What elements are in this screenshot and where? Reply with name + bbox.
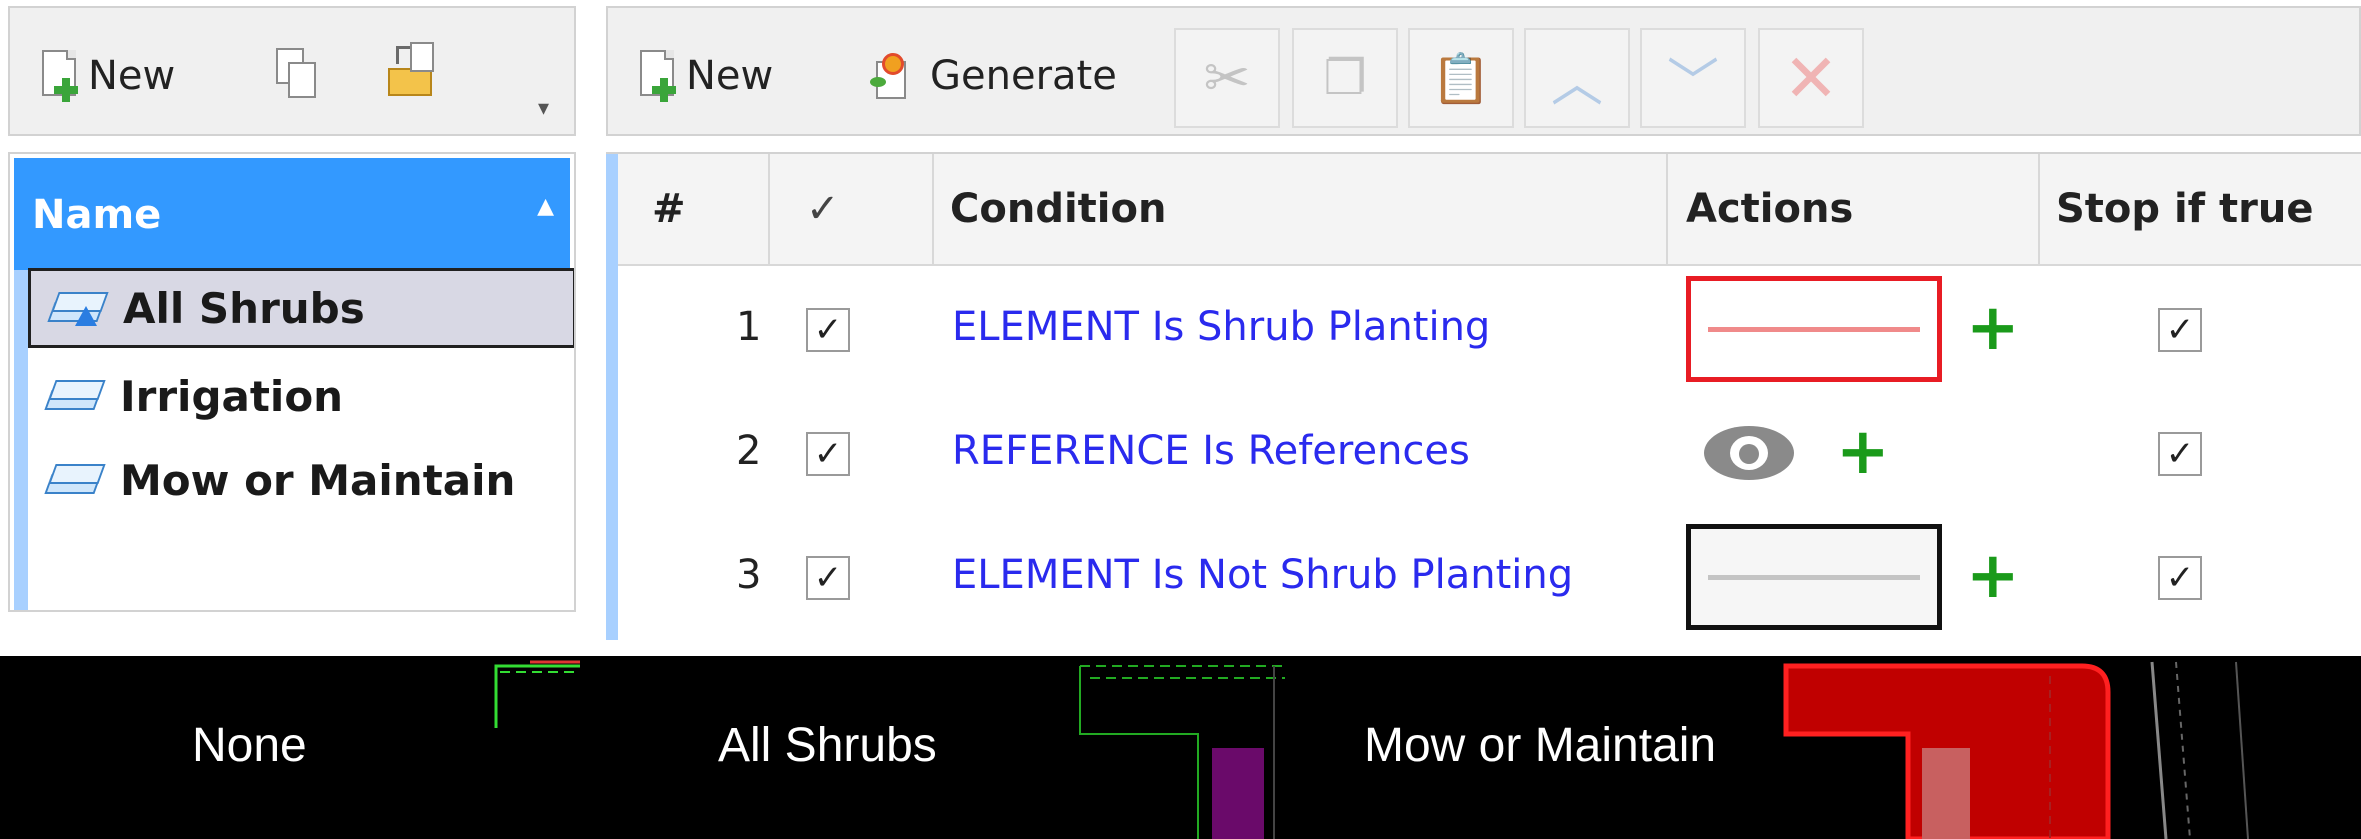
preview-label-none: None: [192, 719, 307, 772]
layer-icon: [44, 460, 106, 500]
rule-condition-link[interactable]: REFERENCE Is References: [952, 428, 1470, 474]
column-divider[interactable]: [768, 154, 770, 266]
column-header-stop-if-true[interactable]: Stop if true: [2056, 186, 2313, 232]
add-action-icon[interactable]: +: [1966, 296, 2020, 360]
row-number: 1: [736, 304, 762, 350]
delete-button[interactable]: ✕: [1758, 28, 1864, 128]
copy-button[interactable]: [272, 44, 324, 108]
paste-button[interactable]: 📋: [1408, 28, 1514, 128]
table-row[interactable]: 3 ✓ ELEMENT Is Not Shrub Planting + ✓: [618, 516, 2361, 640]
layer-warning-icon: [47, 288, 109, 328]
generate-button[interactable]: Generate: [866, 46, 1117, 106]
rule-condition-link[interactable]: ELEMENT Is Not Shrub Planting: [952, 552, 1573, 598]
generate-label: Generate: [930, 53, 1117, 99]
new-document-icon: [40, 50, 82, 102]
new-rule-label: New: [686, 53, 774, 99]
column-header-enabled[interactable]: ✓: [806, 186, 840, 232]
stop-if-true-checkbox[interactable]: ✓: [2158, 556, 2202, 600]
column-divider[interactable]: [932, 154, 934, 266]
list-item-all-shrubs[interactable]: All Shrubs: [28, 268, 574, 348]
chevron-down-icon: ﹀: [1666, 53, 1719, 114]
stop-if-true-checkbox[interactable]: ✓: [2158, 308, 2202, 352]
list-row-indicator: [14, 270, 28, 610]
move-down-button[interactable]: ﹀: [1640, 28, 1746, 128]
new-document-icon: [638, 50, 680, 102]
rule-enabled-checkbox[interactable]: ✓: [806, 432, 850, 476]
rule-enabled-checkbox[interactable]: ✓: [806, 556, 850, 600]
preview-drawing: [494, 656, 2361, 839]
table-row[interactable]: 1 ✓ ELEMENT Is Shrub Planting + ✓: [618, 268, 2361, 392]
new-rule-button[interactable]: New: [638, 46, 773, 106]
column-divider[interactable]: [1666, 154, 1668, 266]
display-rule-set-list: Name ▲ All Shrubs Irrigation Mow or Main…: [8, 152, 576, 612]
copy-icon: ❐: [1323, 50, 1367, 106]
sort-ascending-icon: ▲: [537, 194, 554, 219]
table-row[interactable]: 2 ✓ REFERENCE Is References + ✓: [618, 392, 2361, 516]
list-item-label: Mow or Maintain: [120, 455, 516, 505]
grid-row-indicator: [606, 154, 618, 640]
toolbar-overflow-icon[interactable]: ▾: [538, 96, 549, 121]
paste-icon: 📋: [1431, 50, 1491, 107]
rule-condition-link[interactable]: ELEMENT Is Shrub Planting: [952, 304, 1490, 350]
list-item-irrigation[interactable]: Irrigation: [28, 356, 574, 436]
new-rule-set-button[interactable]: New: [40, 46, 175, 106]
display-preview-strip: None All Shrubs Mow or Maintain: [0, 656, 2361, 839]
column-header-actions[interactable]: Actions: [1686, 186, 1853, 232]
column-header-number[interactable]: #: [652, 186, 686, 232]
scissors-icon: ✂: [1203, 45, 1251, 111]
new-button-label: New: [88, 53, 176, 99]
layer-icon: [44, 376, 106, 416]
name-column-header[interactable]: Name ▲: [14, 158, 570, 270]
import-icon: [388, 40, 444, 102]
rule-enabled-checkbox[interactable]: ✓: [806, 308, 850, 352]
list-item-label: Irrigation: [120, 371, 344, 421]
column-header-condition[interactable]: Condition: [950, 186, 1166, 232]
row-number: 2: [736, 428, 762, 474]
rules-toolbar: New Generate ✂ ❐ 📋 ︿ ﹀ ✕: [606, 6, 2361, 136]
column-divider[interactable]: [2038, 154, 2040, 266]
gray-line-swatch[interactable]: [1686, 524, 1942, 630]
generate-icon: [866, 51, 916, 101]
preview-label-all-shrubs: All Shrubs: [718, 719, 937, 772]
delete-icon: ✕: [1783, 39, 1839, 117]
name-header-label: Name: [32, 192, 162, 238]
eye-icon[interactable]: [1704, 426, 1794, 480]
move-up-button[interactable]: ︿: [1524, 28, 1630, 128]
import-button[interactable]: [388, 40, 444, 106]
row-number: 3: [736, 552, 762, 598]
add-action-icon[interactable]: +: [1836, 420, 1890, 484]
list-item-label: All Shrubs: [123, 283, 365, 333]
left-toolbar: New ▾: [8, 6, 576, 136]
copy-icon: [272, 44, 324, 104]
preview-label-mow-or-maintain: Mow or Maintain: [1364, 719, 1717, 772]
list-item-mow-or-maintain[interactable]: Mow or Maintain: [28, 440, 574, 520]
chevron-up-icon: ︿: [1550, 53, 1603, 114]
red-line-swatch[interactable]: [1686, 276, 1942, 382]
add-action-icon[interactable]: +: [1966, 544, 2020, 608]
copy-rule-button[interactable]: ❐: [1292, 28, 1398, 128]
stop-if-true-checkbox[interactable]: ✓: [2158, 432, 2202, 476]
cut-button[interactable]: ✂: [1174, 28, 1280, 128]
